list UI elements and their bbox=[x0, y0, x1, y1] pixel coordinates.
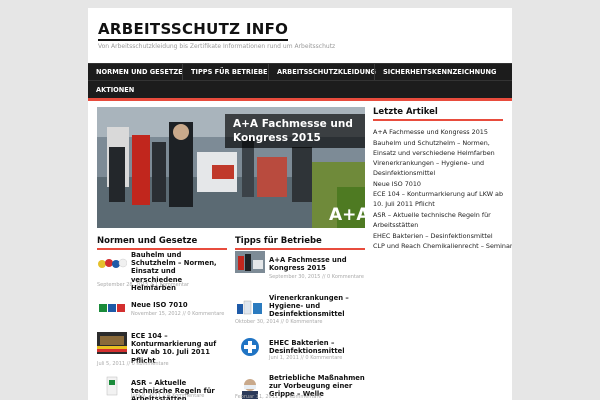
post-meta: September 28, 2015 // 1 Kommentar bbox=[97, 282, 189, 288]
nav-divider bbox=[88, 80, 512, 81]
post-meta: Februar 11, 2011 // 0 Kommentare bbox=[235, 394, 322, 400]
sidebar-link[interactable]: Arbeitsstätten bbox=[373, 221, 418, 229]
post-thumbnail bbox=[97, 298, 127, 320]
site-title[interactable]: ARBEITSSCHUTZ INFO bbox=[98, 20, 289, 41]
main-navigation: NORMEN UND GESETZE TIPPS FÜR BETRIEBE AR… bbox=[88, 63, 512, 98]
sidebar-link[interactable]: Bauhelm und Schutzhelm – Normen, bbox=[373, 139, 490, 147]
sidebar-underline bbox=[373, 119, 503, 121]
sidebar-link[interactable]: 10. Juli 2011 Pflicht bbox=[373, 200, 435, 208]
section-underline bbox=[97, 248, 227, 250]
sidebar-link[interactable]: A+A Fachmesse und Kongress 2015 bbox=[373, 128, 488, 136]
site-description: Von Arbeitsschutzkleidung bis Zertifikat… bbox=[98, 43, 336, 50]
post-title[interactable]: Virenerkrankungen – Hygiene- und Desinfe… bbox=[269, 294, 365, 319]
section-heading-normen[interactable]: Normen und Gesetze bbox=[97, 236, 197, 246]
sidebar-link[interactable]: CLP und Reach Chemikalienrecht – Seminar bbox=[373, 242, 512, 250]
post-thumbnail bbox=[97, 332, 127, 354]
post-meta: Juni 9, 2011 // 0 Kommentare bbox=[131, 393, 205, 399]
sidebar-link[interactable]: ASR – Aktuelle technische Regeln für bbox=[373, 211, 491, 219]
post-meta: Juli 5, 2011 // 0 Kommentare bbox=[97, 361, 169, 367]
section-heading-tipps[interactable]: Tipps für Betriebe bbox=[235, 236, 322, 246]
post-title[interactable]: A+A Fachmesse und Kongress 2015 bbox=[269, 256, 365, 272]
post-thumbnail bbox=[97, 251, 127, 273]
sidebar-link[interactable]: Einsatz und verschiedene Helmfarben bbox=[373, 149, 495, 157]
nav-item-tipps[interactable]: TIPPS FÜR BETRIEBE bbox=[182, 64, 276, 80]
featured-slider[interactable]: A+A A+A Fachmesse und Kongress 2015 bbox=[97, 107, 365, 228]
post-meta: Oktober 30, 2014 // 0 Kommentare bbox=[235, 319, 323, 325]
post-thumbnail bbox=[97, 375, 127, 397]
sidebar-link[interactable]: Virenerkrankungen – Hygiene- und bbox=[373, 159, 484, 167]
sidebar-link[interactable]: Neue ISO 7010 bbox=[373, 180, 421, 188]
sidebar-link[interactable]: Desinfektionsmittel bbox=[373, 169, 435, 177]
sidebar-heading: Letzte Artikel bbox=[373, 107, 438, 117]
post-thumbnail bbox=[235, 336, 265, 358]
sidebar-link[interactable]: ECE 104 – Konturmarkierung auf LKW ab bbox=[373, 190, 503, 198]
site-header: ARBEITSSCHUTZ INFO Von Arbeitsschutzklei… bbox=[88, 8, 512, 63]
nav-item-arbeitsschutzkleidung[interactable]: ARBEITSSCHUTZKLEIDUNG bbox=[268, 64, 384, 80]
nav-item-normen[interactable]: NORMEN UND GESETZE bbox=[88, 64, 191, 80]
sidebar-link[interactable]: EHEC Bakterien – Desinfektionsmittel bbox=[373, 232, 493, 240]
featured-logo-text: A+A bbox=[329, 205, 365, 225]
post-title[interactable]: ECE 104 – Konturmarkierung auf LKW ab 10… bbox=[131, 332, 227, 365]
post-meta: Juni 1, 2011 // 0 Kommentare bbox=[269, 355, 343, 361]
nav-item-aktionen[interactable]: AKTIONEN bbox=[88, 82, 142, 98]
post-meta: November 15, 2012 // 0 Kommentare bbox=[131, 311, 225, 317]
post-title[interactable]: EHEC Bakterien – Desinfektionsmittel bbox=[269, 339, 365, 355]
featured-title[interactable]: A+A Fachmesse und Kongress 2015 bbox=[225, 114, 365, 148]
accent-bar bbox=[88, 98, 512, 101]
post-thumbnail bbox=[235, 251, 265, 273]
post-meta: September 30, 2015 // 0 Kommentare bbox=[269, 274, 364, 280]
nav-item-sicherheitskennzeichnung[interactable]: SICHERHEITSKENNZEICHNUNG bbox=[374, 64, 504, 80]
post-title[interactable]: Neue ISO 7010 bbox=[131, 301, 227, 309]
post-thumbnail bbox=[235, 296, 265, 318]
page-wrapper: ARBEITSSCHUTZ INFO Von Arbeitsschutzklei… bbox=[88, 8, 512, 400]
section-underline bbox=[235, 248, 365, 250]
